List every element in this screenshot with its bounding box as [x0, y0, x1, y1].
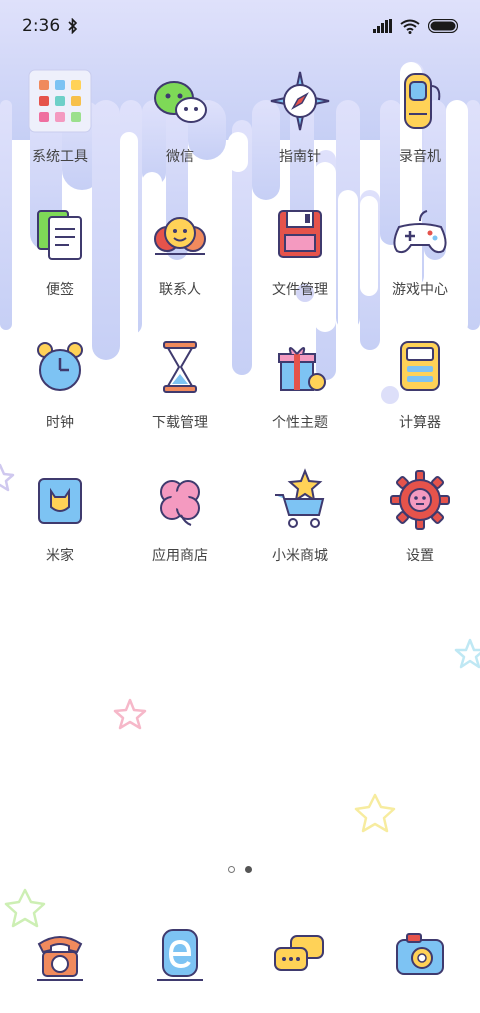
- app-wechat[interactable]: 微信: [120, 62, 240, 195]
- app-mi-home[interactable]: 米家: [0, 461, 120, 594]
- app-recorder[interactable]: 录音机: [360, 62, 480, 195]
- mi-home-icon: [25, 465, 95, 535]
- app-label: 小米商城: [272, 548, 328, 564]
- app-compass[interactable]: 指南针: [240, 62, 360, 195]
- app-calculator[interactable]: 计算器: [360, 328, 480, 461]
- clover-icon: [145, 465, 215, 535]
- recorder-icon: [385, 66, 455, 136]
- app-game-center[interactable]: 游戏中心: [360, 195, 480, 328]
- wechat-icon: [145, 66, 215, 136]
- app-label: 时钟: [46, 415, 74, 431]
- app-themes[interactable]: 个性主题: [240, 328, 360, 461]
- file-manager-icon: [265, 199, 335, 269]
- dock-app-phone[interactable]: [0, 912, 120, 996]
- page-dot-1[interactable]: [228, 866, 235, 873]
- wifi-icon: [400, 19, 420, 34]
- app-label: 个性主题: [272, 415, 328, 431]
- notes-icon: [25, 199, 95, 269]
- phone-icon: [25, 918, 95, 988]
- app-label: 便签: [46, 282, 74, 298]
- app-notes[interactable]: 便签: [0, 195, 120, 328]
- bluetooth-icon: [68, 18, 78, 34]
- signal-icon: [373, 19, 392, 33]
- app-label: 系统工具: [32, 149, 88, 165]
- app-label: 设置: [406, 548, 434, 564]
- gamepad-icon: [385, 199, 455, 269]
- home-app-grid: 系统工具 微信 指南针 录音机 便签 联系人 文件管理 游戏中心 时钟 下载管理…: [0, 62, 480, 594]
- hourglass-icon: [145, 332, 215, 402]
- gear-icon: [385, 465, 455, 535]
- status-bar: 2:36: [0, 0, 480, 52]
- app-system-tools[interactable]: 系统工具: [0, 62, 120, 195]
- app-label: 计算器: [399, 415, 441, 431]
- dock-app-browser[interactable]: [120, 912, 240, 996]
- page-indicator: [0, 866, 480, 873]
- app-label: 应用商店: [152, 548, 208, 564]
- app-label: 下载管理: [152, 415, 208, 431]
- app-settings[interactable]: 设置: [360, 461, 480, 594]
- messages-icon: [265, 918, 335, 988]
- app-downloads[interactable]: 下载管理: [120, 328, 240, 461]
- app-file-manager[interactable]: 文件管理: [240, 195, 360, 328]
- app-label: 指南针: [279, 149, 321, 165]
- compass-icon: [265, 66, 335, 136]
- camera-icon: [385, 918, 455, 988]
- app-label: 游戏中心: [392, 282, 448, 298]
- app-label: 米家: [46, 548, 74, 564]
- battery-icon: [428, 19, 458, 33]
- gift-icon: [265, 332, 335, 402]
- page-dot-2-active[interactable]: [245, 866, 252, 873]
- app-label: 微信: [166, 149, 194, 165]
- app-contacts[interactable]: 联系人: [120, 195, 240, 328]
- app-label: 文件管理: [272, 282, 328, 298]
- alarm-clock-icon: [25, 332, 95, 402]
- app-label: 联系人: [159, 282, 201, 298]
- calculator-icon: [385, 332, 455, 402]
- status-time: 2:36: [22, 16, 61, 36]
- folder-icon: [25, 66, 95, 136]
- shopping-cart-icon: [265, 465, 335, 535]
- app-mi-store[interactable]: 小米商城: [240, 461, 360, 594]
- dock: [0, 912, 480, 996]
- app-clock[interactable]: 时钟: [0, 328, 120, 461]
- dock-app-camera[interactable]: [360, 912, 480, 996]
- browser-icon: [145, 918, 215, 988]
- app-label: 录音机: [399, 149, 441, 165]
- app-app-store[interactable]: 应用商店: [120, 461, 240, 594]
- dock-app-messages[interactable]: [240, 912, 360, 996]
- contacts-icon: [145, 199, 215, 269]
